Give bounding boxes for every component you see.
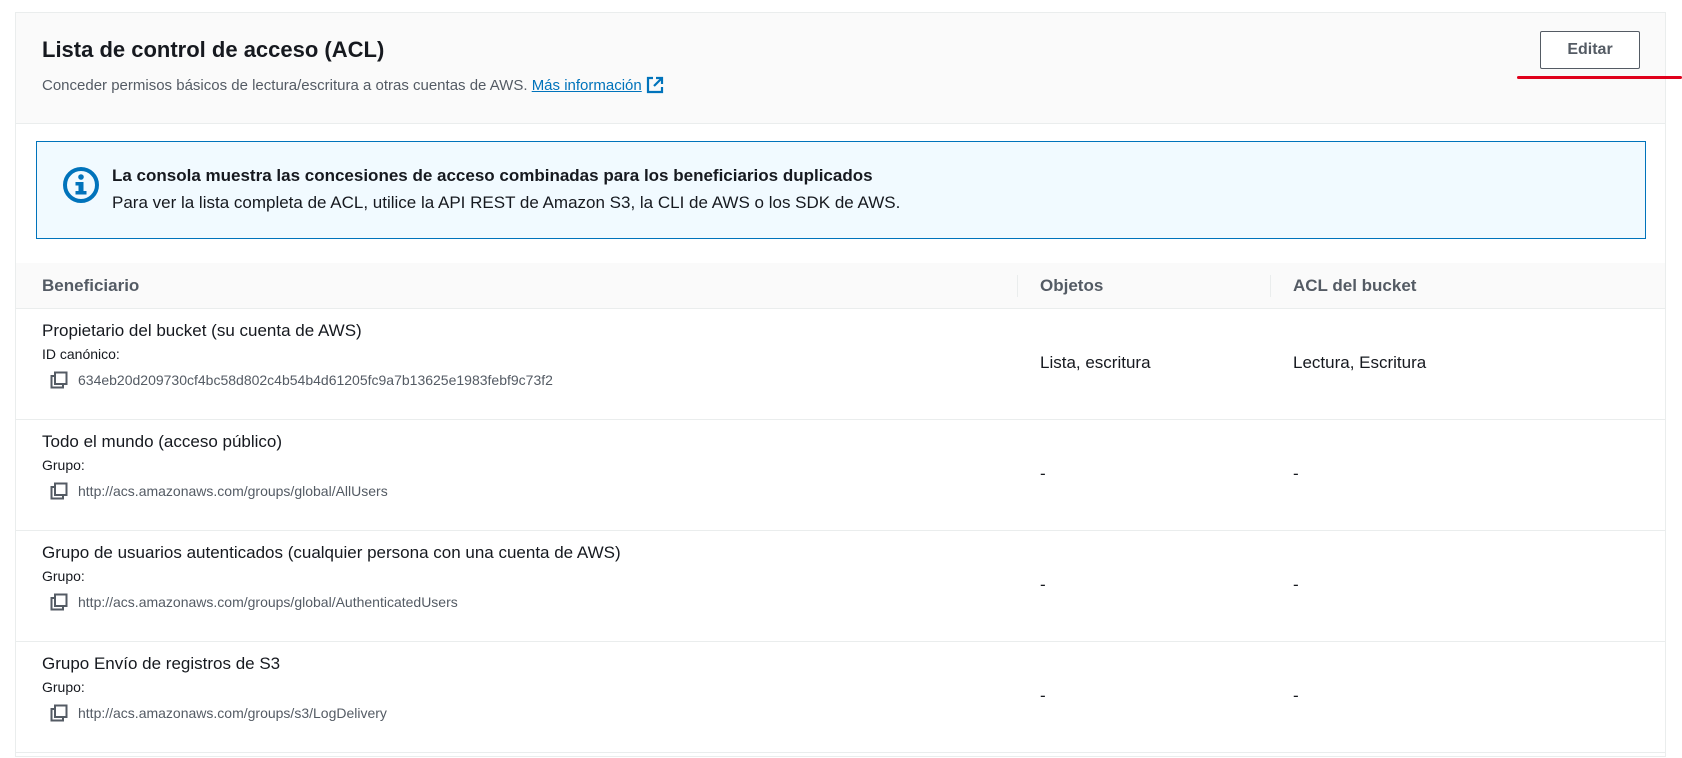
- grantee-id-label: Grupo:: [42, 568, 85, 584]
- copy-icon[interactable]: [50, 371, 68, 389]
- table-row: Grupo de usuarios autenticados (cualquie…: [16, 531, 1665, 642]
- bucket-acl-permission: -: [1293, 575, 1299, 594]
- grantee-id: 634eb20d209730cf4bc58d802c4b54b4d61205fc…: [50, 371, 553, 389]
- info-circle-icon: [63, 167, 99, 203]
- grantee-id-value: http://acs.amazonaws.com/groups/global/A…: [78, 594, 458, 610]
- table-header: Beneficiario Objetos ACL del bucket: [16, 263, 1665, 309]
- grantee-name: Grupo Envío de registros de S3: [42, 654, 281, 673]
- grantee-id-value: http://acs.amazonaws.com/groups/s3/LogDe…: [78, 705, 387, 721]
- grantee-id-value: http://acs.amazonaws.com/groups/global/A…: [78, 483, 388, 499]
- panel-title: Lista de control de acceso (ACL): [42, 37, 385, 62]
- acl-panel: Lista de control de acceso (ACL) Concede…: [15, 12, 1666, 757]
- column-header-grantee[interactable]: Beneficiario: [42, 276, 139, 296]
- grantee-id-value: 634eb20d209730cf4bc58d802c4b54b4d61205fc…: [78, 372, 553, 388]
- grantee-id: http://acs.amazonaws.com/groups/global/A…: [50, 482, 388, 500]
- info-alert-title: La consola muestra las concesiones de ac…: [112, 166, 873, 185]
- more-info-link-label: Más información: [531, 77, 642, 94]
- copy-icon[interactable]: [50, 593, 68, 611]
- info-alert-text: Para ver la lista completa de ACL, utili…: [112, 193, 901, 212]
- copy-icon[interactable]: [50, 704, 68, 722]
- annotation-underline: [1517, 76, 1682, 79]
- column-header-bucket-acl[interactable]: ACL del bucket: [1293, 276, 1416, 296]
- more-info-link[interactable]: Más información: [532, 77, 642, 94]
- objects-permission: -: [1040, 575, 1046, 594]
- column-divider[interactable]: [1017, 275, 1018, 297]
- description-text: Conceder permisos básicos de lectura/esc…: [42, 77, 528, 94]
- external-link-icon[interactable]: [646, 76, 664, 94]
- column-header-objects[interactable]: Objetos: [1040, 276, 1103, 296]
- grantee-name: Todo el mundo (acceso público): [42, 432, 283, 451]
- objects-permission: Lista, escritura: [1040, 353, 1151, 372]
- table-row: Grupo Envío de registros de S3 Grupo: ht…: [16, 642, 1665, 753]
- grantee-id: http://acs.amazonaws.com/groups/global/A…: [50, 593, 458, 611]
- table-row: Todo el mundo (acceso público) Grupo: ht…: [16, 420, 1665, 531]
- grantee-name: Propietario del bucket (su cuenta de AWS…: [42, 321, 362, 340]
- grantee-id-label: Grupo:: [42, 457, 85, 473]
- copy-icon[interactable]: [50, 482, 68, 500]
- edit-button[interactable]: Editar: [1540, 31, 1640, 69]
- bucket-acl-permission: -: [1293, 464, 1299, 483]
- table-row: Propietario del bucket (su cuenta de AWS…: [16, 309, 1665, 420]
- column-divider[interactable]: [1270, 275, 1271, 297]
- grantee-name: Grupo de usuarios autenticados (cualquie…: [42, 543, 621, 562]
- panel-description: Conceder permisos básicos de lectura/esc…: [42, 76, 664, 94]
- bucket-acl-permission: -: [1293, 686, 1299, 705]
- grantee-id-label: Grupo:: [42, 679, 85, 695]
- bucket-acl-permission: Lectura, Escritura: [1293, 353, 1427, 372]
- info-alert: La consola muestra las concesiones de ac…: [36, 141, 1646, 239]
- objects-permission: -: [1040, 686, 1046, 705]
- objects-permission: -: [1040, 464, 1046, 483]
- grantee-id: http://acs.amazonaws.com/groups/s3/LogDe…: [50, 704, 387, 722]
- grantee-id-label: ID canónico:: [42, 346, 120, 362]
- panel-header: Lista de control de acceso (ACL) Concede…: [16, 13, 1665, 124]
